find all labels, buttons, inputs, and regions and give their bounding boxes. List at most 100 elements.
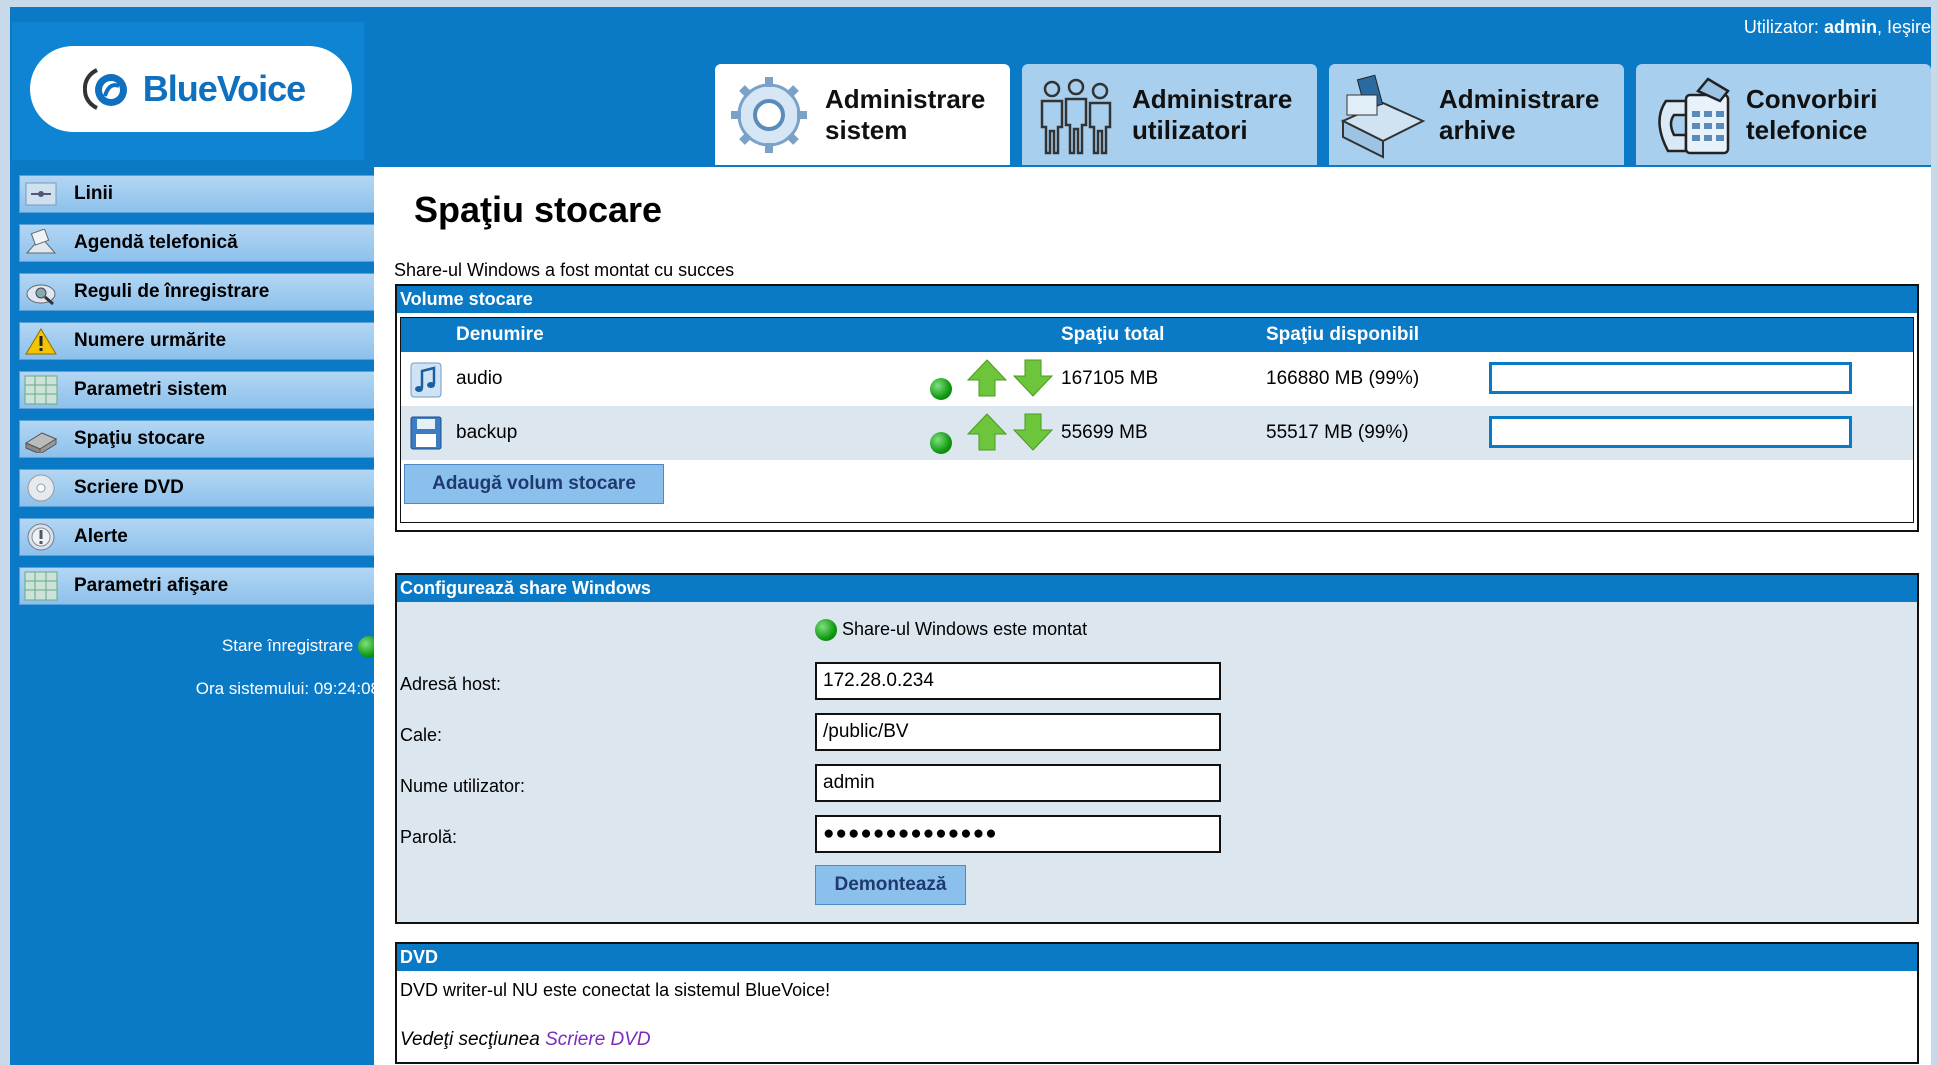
unmount-button[interactable]: Demontează	[815, 865, 966, 905]
share-status-text: Share-ul Windows este montat	[842, 619, 1088, 639]
sidebar-item-label: Scriere DVD	[74, 477, 184, 498]
password-input[interactable]: ●●●●●●●●●●●●●●	[815, 815, 1221, 853]
sidebar-item-agenda[interactable]: Agendă telefonică	[19, 224, 380, 262]
main-tabs: Administrare sistem Administrare utilizato…	[715, 64, 1931, 165]
success-message: Share-ul Windows a fost montat cu succes	[394, 260, 735, 280]
username-label: Nume utilizator:	[400, 776, 526, 796]
logo-area: BlueVoice	[12, 22, 364, 160]
dvd-see-section: Vedeţi secţiunea Scriere DVD	[400, 1029, 651, 1051]
sidebar-item-alerte[interactable]: Alerte	[19, 518, 380, 556]
sidebar-item-label: Linii	[74, 183, 114, 204]
panel-title: Volume stocare	[397, 286, 1917, 313]
lines-icon	[22, 177, 60, 211]
sidebar-item-numere[interactable]: Numere urmărite	[19, 322, 380, 360]
sidebar-item-scriere-dvd[interactable]: Scriere DVD	[19, 469, 380, 507]
tab-line1: Administrare	[1439, 83, 1600, 114]
phone-logo-icon	[77, 66, 133, 112]
system-time: Ora sistemului: 09:24:08	[195, 679, 380, 698]
sidebar-item-label: Parametri sistem	[74, 379, 228, 400]
tab-line2: arhive	[1439, 114, 1516, 145]
status-ok-icon	[930, 378, 952, 400]
tab-line2: utilizatori	[1132, 114, 1248, 145]
share-status: Share-ul Windows este montat	[815, 619, 1088, 642]
user-name: admin	[1823, 17, 1877, 37]
gear-icon	[725, 71, 813, 159]
tab-line2: sistem	[825, 114, 908, 145]
volume-name: audio	[456, 368, 503, 389]
status-ok-icon	[815, 619, 837, 642]
sidebar-item-label: Reguli de înregistrare	[74, 281, 270, 302]
sidebar-item-label: Numere urmărite	[74, 330, 227, 351]
main-content: Spaţiu stocare Share-ul Windows a fost m…	[374, 167, 1931, 1065]
sidebar-item-label: Spaţiu stocare	[74, 428, 205, 449]
user-info: Utilizator: admin, Ieşire	[1743, 17, 1931, 37]
volumes-table: Denumire Spaţiu total Spaţiu disponibil …	[400, 317, 1914, 523]
volume-name: backup	[456, 422, 518, 443]
tab-convorbiri-telefonice[interactable]: Convorbiri telefonice	[1636, 64, 1931, 165]
path-label: Cale:	[400, 725, 443, 745]
tab-administrare-utilizatori[interactable]: Administrare utilizatori	[1022, 64, 1317, 165]
storage-icon	[22, 422, 60, 456]
archive-icon	[1339, 71, 1427, 159]
volume-free: 55517 MB (99%)	[1266, 422, 1409, 443]
app-window: Utilizator: admin, Ieşire BlueVoice Admi…	[10, 7, 1931, 1065]
sidebar: Linii Agendă telefonică Reguli de înregi…	[19, 175, 380, 710]
grid-icon	[22, 373, 60, 407]
dvd-icon	[22, 471, 60, 505]
phonebook-icon	[22, 226, 60, 260]
username-input[interactable]	[815, 764, 1221, 802]
col-name: Denumire	[456, 324, 544, 345]
volume-free: 166880 MB (99%)	[1266, 368, 1420, 389]
logo-text: BlueVoice	[142, 68, 306, 109]
panel-title: DVD	[397, 944, 1917, 971]
usage-bar	[1489, 362, 1852, 394]
sidebar-item-label: Parametri afişare	[74, 575, 229, 596]
path-input[interactable]	[815, 713, 1221, 751]
table-row: audio 167105 MB 166880 MB (99%)	[401, 352, 1913, 406]
status-ok-icon	[930, 432, 952, 454]
password-label: Parolă:	[400, 827, 458, 847]
arrow-up-icon[interactable]	[966, 412, 1008, 458]
arrow-up-icon[interactable]	[966, 358, 1008, 404]
recording-status-label: Stare înregistrare	[221, 636, 354, 655]
sidebar-item-linii[interactable]: Linii	[19, 175, 380, 213]
volume-total: 55699 MB	[1061, 422, 1148, 443]
dvd-panel: DVD DVD writer-ul NU este conectat la si…	[395, 942, 1919, 1064]
dvd-message: DVD writer-ul NU este conectat la sistem…	[400, 980, 831, 1000]
tab-administrare-arhive[interactable]: Administrare arhive	[1329, 64, 1624, 165]
dvd-see-prefix: Vedeţi secţiunea	[400, 1029, 540, 1050]
tab-administrare-sistem[interactable]: Administrare sistem	[715, 64, 1010, 165]
sidebar-item-label: Alerte	[74, 526, 128, 547]
warning-icon	[22, 324, 60, 358]
sidebar-item-parametri-sistem[interactable]: Parametri sistem	[19, 371, 380, 409]
sidebar-item-parametri-afisare[interactable]: Parametri afişare	[19, 567, 380, 605]
recording-rules-icon	[22, 275, 60, 309]
volume-total: 167105 MB	[1061, 368, 1159, 389]
usage-bar	[1489, 416, 1852, 448]
sidebar-item-reguli[interactable]: Reguli de înregistrare	[19, 273, 380, 311]
sidebar-item-spatiu-stocare[interactable]: Spaţiu stocare	[19, 420, 380, 458]
tab-line1: Administrare	[1132, 83, 1293, 114]
share-panel: Configurează share Windows Share-ul Wind…	[395, 573, 1919, 924]
alert-icon	[22, 520, 60, 554]
scriere-dvd-link[interactable]: Scriere DVD	[545, 1029, 651, 1050]
panel-title: Configurează share Windows	[397, 575, 1917, 602]
music-note-icon	[410, 362, 442, 404]
table-row: backup 55699 MB 55517 MB (99%)	[401, 406, 1913, 460]
host-label: Adresă host:	[400, 674, 502, 694]
arrow-down-icon[interactable]	[1012, 358, 1054, 404]
col-total: Spaţiu total	[1061, 324, 1165, 345]
tab-line2: telefonice	[1746, 114, 1868, 145]
floppy-icon	[410, 416, 442, 456]
user-prefix: Utilizator:	[1743, 17, 1819, 37]
host-input[interactable]	[815, 662, 1221, 700]
col-free: Spaţiu disponibil	[1266, 324, 1420, 345]
recording-status: Stare înregistrare	[19, 624, 380, 667]
users-icon	[1032, 71, 1120, 159]
logout-link[interactable]: Ieşire	[1887, 17, 1931, 37]
arrow-down-icon[interactable]	[1012, 412, 1054, 458]
logo[interactable]: BlueVoice	[30, 46, 352, 132]
sidebar-item-label: Agendă telefonică	[74, 232, 238, 253]
add-volume-button[interactable]: Adaugă volum stocare	[404, 464, 664, 504]
display-grid-icon	[22, 569, 60, 603]
